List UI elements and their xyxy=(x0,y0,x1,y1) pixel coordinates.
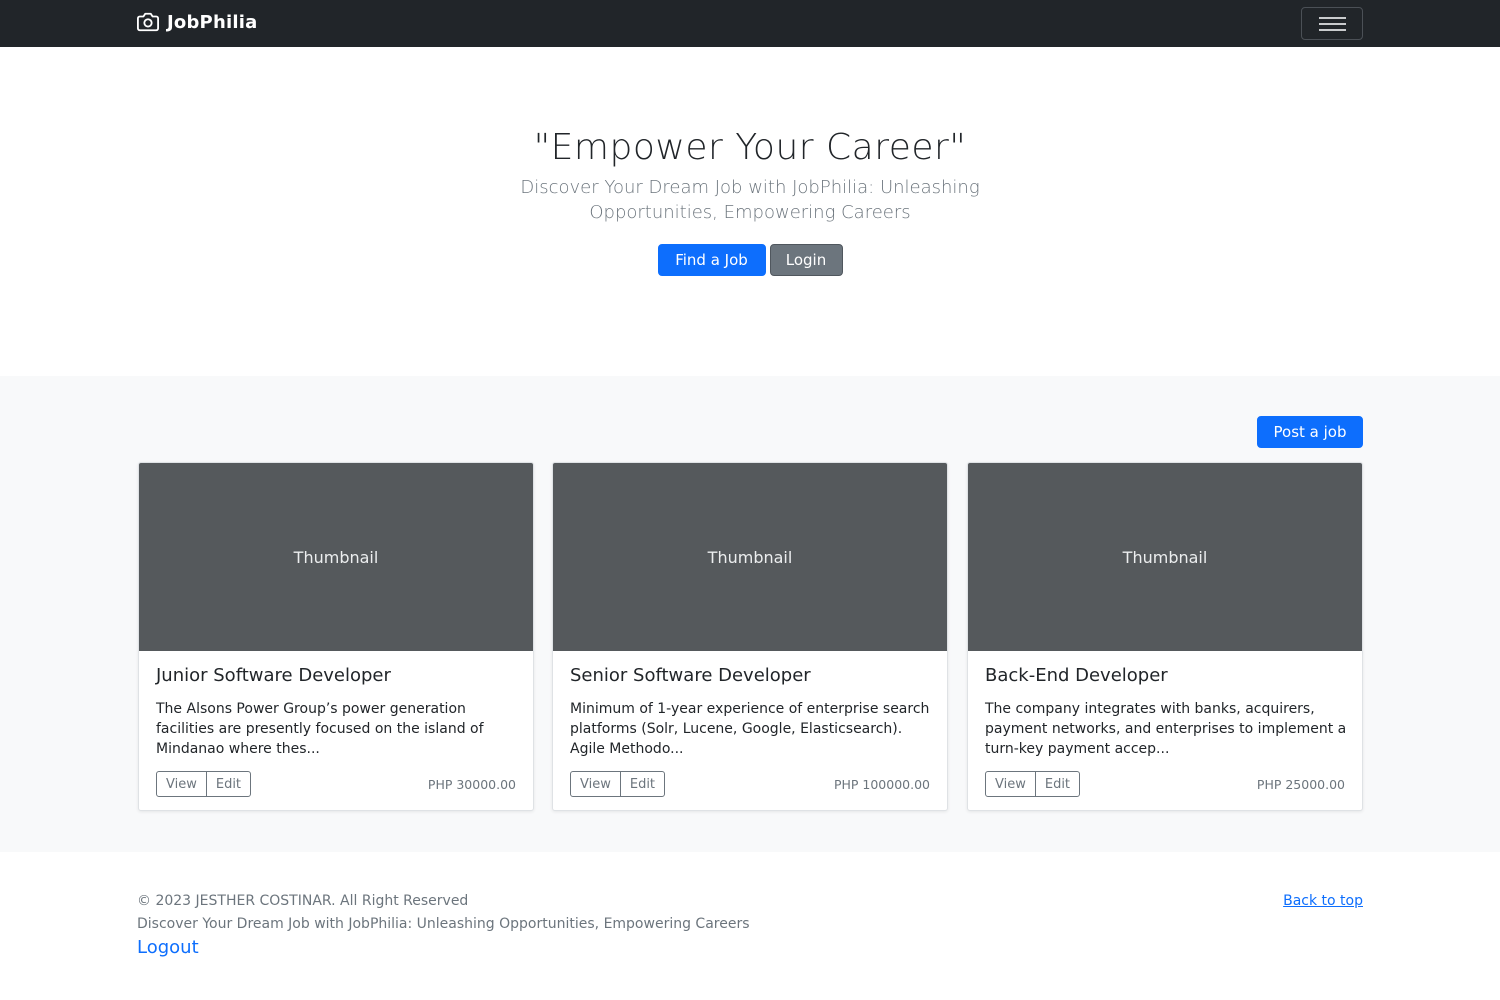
job-card: Thumbnail Back-End Developer The company… xyxy=(967,462,1363,811)
job-album: Post a job Thumbnail Junior Software Dev… xyxy=(0,376,1500,852)
card-thumbnail: Thumbnail xyxy=(968,463,1362,651)
thumbnail-label: Thumbnail xyxy=(707,547,793,567)
job-description: The company integrates with banks, acqui… xyxy=(985,701,1347,757)
edit-button[interactable]: Edit xyxy=(1034,771,1081,797)
hamburger-menu-icon xyxy=(1319,17,1346,31)
view-button[interactable]: View xyxy=(570,771,621,797)
navbar-toggler-button[interactable] xyxy=(1301,7,1363,40)
hero-title: "Empower Your Career" xyxy=(533,127,967,168)
footer: © 2023 JESTHER COSTINAR. All Right Reser… xyxy=(0,852,1500,1000)
job-description: The Alsons Power Group’s power generatio… xyxy=(156,701,484,757)
job-salary: PHP 25000.00 xyxy=(1256,777,1345,792)
login-button[interactable]: Login xyxy=(769,244,843,276)
card-button-group: View Edit xyxy=(570,771,666,797)
hero-buttons: Find a Job Login xyxy=(0,244,1500,276)
job-salary: PHP 100000.00 xyxy=(833,777,930,792)
navbar: JobPhilia xyxy=(0,0,1500,47)
logout-link[interactable]: Logout xyxy=(137,937,199,958)
thumbnail-label: Thumbnail xyxy=(1122,547,1208,567)
view-button[interactable]: View xyxy=(156,771,207,797)
edit-button[interactable]: Edit xyxy=(205,771,252,797)
job-title: Senior Software Developer xyxy=(570,665,811,686)
post-job-button[interactable]: Post a job xyxy=(1257,416,1363,448)
brand-link[interactable]: JobPhilia xyxy=(137,11,257,33)
camera-icon xyxy=(137,12,159,32)
job-title: Back-End Developer xyxy=(985,665,1168,686)
card-thumbnail: Thumbnail xyxy=(139,463,533,651)
brand-name: JobPhilia xyxy=(167,11,258,33)
job-card: Thumbnail Junior Software Developer The … xyxy=(138,462,534,811)
back-to-top-link[interactable]: Back to top xyxy=(1283,893,1363,909)
card-button-group: View Edit xyxy=(156,771,252,797)
footer-copyright: © 2023 JESTHER COSTINAR. All Right Reser… xyxy=(137,893,469,909)
thumbnail-label: Thumbnail xyxy=(293,547,379,567)
job-description: Minimum of 1-year experience of enterpri… xyxy=(570,701,930,757)
view-button[interactable]: View xyxy=(985,771,1036,797)
find-job-button[interactable]: Find a Job xyxy=(657,244,766,276)
card-thumbnail: Thumbnail xyxy=(553,463,947,651)
footer-tagline: Discover Your Dream Job with JobPhilia: … xyxy=(137,916,750,932)
hero-lead: Discover Your Dream Job with JobPhilia: … xyxy=(520,177,980,223)
edit-button[interactable]: Edit xyxy=(619,771,666,797)
card-button-group: View Edit xyxy=(985,771,1081,797)
job-card: Thumbnail Senior Software Developer Mini… xyxy=(552,462,948,811)
job-salary: PHP 30000.00 xyxy=(427,777,516,792)
job-title: Junior Software Developer xyxy=(156,665,391,686)
hero-section: "Empower Your Career" Discover Your Drea… xyxy=(0,47,1500,376)
